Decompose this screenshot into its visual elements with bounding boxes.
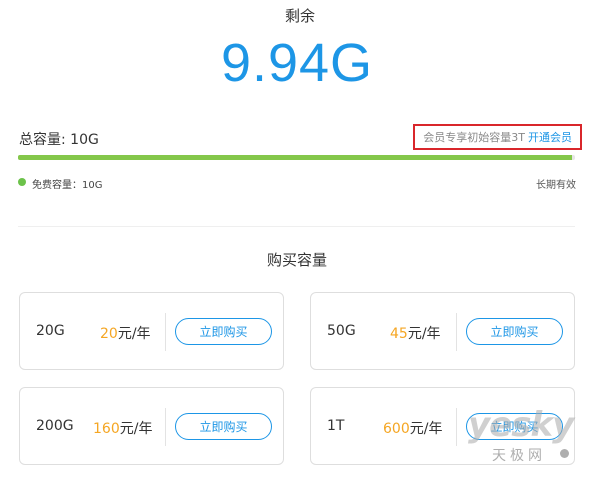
remaining-value: 9.94G <box>220 33 374 93</box>
remaining-label: 剩余 <box>284 7 315 25</box>
buy-now-button[interactable]: 立即购买 <box>175 318 272 345</box>
card-separator <box>456 408 457 446</box>
member-promo-box: 会员专享初始容量3T 开通会员 <box>413 124 582 150</box>
watermark-dot-icon <box>560 449 569 458</box>
plan-size: 200G <box>36 418 74 434</box>
capacity-legend: 免费容量：10G 长期有效 <box>18 176 576 191</box>
watermark-brand-cn: 天极网 <box>492 448 546 464</box>
plan-price: 45元/年 <box>390 323 441 343</box>
buy-capacity-title: 购买容量 <box>266 251 327 269</box>
plan-price: 160元/年 <box>93 418 152 438</box>
total-capacity-label: 总容量: 10G <box>19 132 99 148</box>
plan-price: 20元/年 <box>100 323 151 343</box>
yesky-watermark-logo: yesky 天极网 <box>468 405 578 464</box>
plan-price-amount: 160 <box>93 421 120 437</box>
validity-text: 长期有效 <box>536 180 576 191</box>
plan-size: 50G <box>327 323 356 339</box>
capacity-remaining-fill <box>18 155 572 160</box>
plan-price-unit: 元/年 <box>117 326 151 342</box>
plan-card: 50G 45元/年 立即购买 <box>310 292 575 370</box>
buy-now-button[interactable]: 立即购买 <box>466 318 563 345</box>
capacity-usage-bar <box>18 155 575 160</box>
plan-price-amount: 20 <box>100 326 118 342</box>
member-promo-text: 会员专享初始容量3T <box>423 131 525 144</box>
plan-price: 600元/年 <box>383 418 442 438</box>
section-divider <box>18 226 575 227</box>
card-separator <box>165 408 166 446</box>
open-membership-link[interactable]: 开通会员 <box>528 129 572 145</box>
plan-price-unit: 元/年 <box>119 421 153 437</box>
plan-price-unit: 元/年 <box>407 326 441 342</box>
total-capacity-row: 总容量: 10G 会员专享初始容量3T 开通会员 <box>19 124 582 152</box>
plan-price-amount: 600 <box>383 421 410 437</box>
green-dot-icon <box>18 178 26 186</box>
card-separator <box>456 313 457 351</box>
card-separator <box>165 313 166 351</box>
buy-now-button[interactable]: 立即购买 <box>175 413 272 440</box>
plan-price-amount: 45 <box>390 326 408 342</box>
plan-size: 20G <box>36 323 65 339</box>
plan-size: 1T <box>327 418 345 434</box>
free-capacity-text: 免费容量：10G <box>32 180 103 191</box>
plan-price-unit: 元/年 <box>409 421 443 437</box>
plan-card: 20G 20元/年 立即购买 <box>19 292 284 370</box>
watermark-brand: yesky <box>468 405 574 445</box>
plan-card: 200G 160元/年 立即购买 <box>19 387 284 465</box>
